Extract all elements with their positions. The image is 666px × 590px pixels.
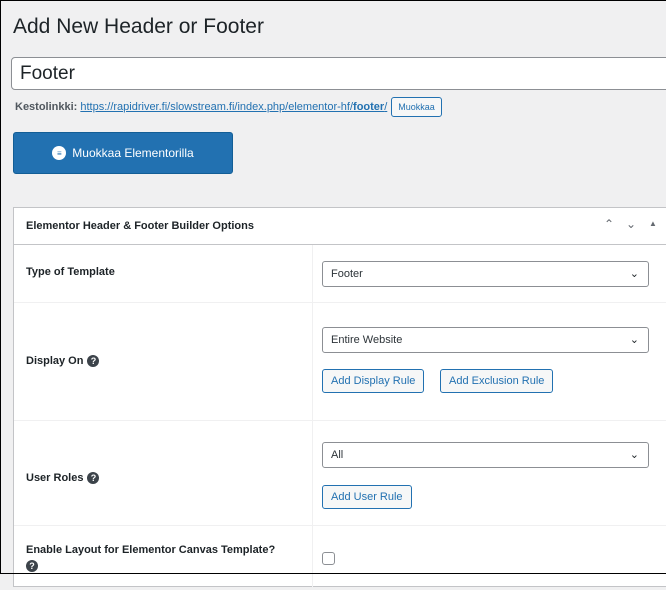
add-display-rule-button[interactable]: Add Display Rule <box>322 369 425 393</box>
permalink-url-slug: footer <box>353 101 385 113</box>
user-roles-value: All <box>331 449 344 461</box>
canvas-template-label-text: Enable Layout for Elementor Canvas Templ… <box>26 544 276 556</box>
permalink-row: Kestolinkki: https://rapidriver.fi/slows… <box>15 97 442 117</box>
permalink-url-base: https://rapidriver.fi/slowstream.fi/inde… <box>80 101 354 113</box>
metabox-header: Elementor Header & Footer Builder Option… <box>14 208 666 245</box>
row-canvas-template: Enable Layout for Elementor Canvas Templ… <box>14 526 666 588</box>
display-on-label-text: Display On <box>26 355 84 367</box>
chevron-down-icon: ⌄ <box>629 334 639 346</box>
help-icon[interactable]: ? <box>26 560 38 572</box>
canvas-template-checkbox[interactable] <box>322 552 335 565</box>
triangle-up-icon[interactable]: ▲ <box>646 217 660 231</box>
canvas-template-label: Enable Layout for Elementor Canvas Templ… <box>26 542 301 574</box>
add-exclusion-rule-button[interactable]: Add Exclusion Rule <box>440 369 554 393</box>
row-display-on: Display On ? Entire Website ⌄ Add Displa… <box>14 303 666 421</box>
template-type-value: Footer <box>331 268 363 280</box>
display-on-label: Display On ? <box>26 355 100 367</box>
chevron-down-icon: ⌄ <box>629 268 639 280</box>
user-roles-label-text: User Roles <box>26 472 84 484</box>
metabox-controls: ⌃ ⌄ ▲ <box>602 217 660 231</box>
template-type-select[interactable]: Footer ⌄ <box>322 261 649 287</box>
display-on-value: Entire Website <box>331 334 403 346</box>
edit-permalink-button[interactable]: Muokkaa <box>391 97 442 117</box>
permalink-link[interactable]: https://rapidriver.fi/slowstream.fi/inde… <box>80 101 387 113</box>
row-template-type: Type of Template Footer ⌄ <box>14 245 666 303</box>
elementor-icon: ≡ <box>52 146 67 160</box>
template-type-label: Type of Template <box>26 266 115 278</box>
row-user-roles: User Roles ? All ⌄ Add User Rule <box>14 421 666 526</box>
page-title: Add New Header or Footer <box>13 15 264 38</box>
chevron-up-icon[interactable]: ⌃ <box>602 217 616 231</box>
edit-with-elementor-label: Muokkaa Elementorilla <box>72 146 194 160</box>
metabox-title: Elementor Header & Footer Builder Option… <box>26 220 254 232</box>
chevron-down-icon: ⌄ <box>629 449 639 461</box>
help-icon[interactable]: ? <box>87 472 100 484</box>
user-roles-label: User Roles ? <box>26 472 100 484</box>
hfe-options-metabox: Elementor Header & Footer Builder Option… <box>13 207 666 590</box>
add-user-rule-button[interactable]: Add User Rule <box>322 485 412 509</box>
edit-with-elementor-button[interactable]: ≡ Muokkaa Elementorilla <box>13 132 233 174</box>
post-title-input[interactable] <box>11 57 666 90</box>
permalink-label: Kestolinkki: <box>15 101 78 113</box>
help-icon[interactable]: ? <box>87 355 100 367</box>
user-roles-select[interactable]: All ⌄ <box>322 442 649 468</box>
display-on-select[interactable]: Entire Website ⌄ <box>322 327 649 353</box>
permalink-url-trailing: / <box>384 101 388 113</box>
chevron-down-icon[interactable]: ⌄ <box>624 217 638 231</box>
